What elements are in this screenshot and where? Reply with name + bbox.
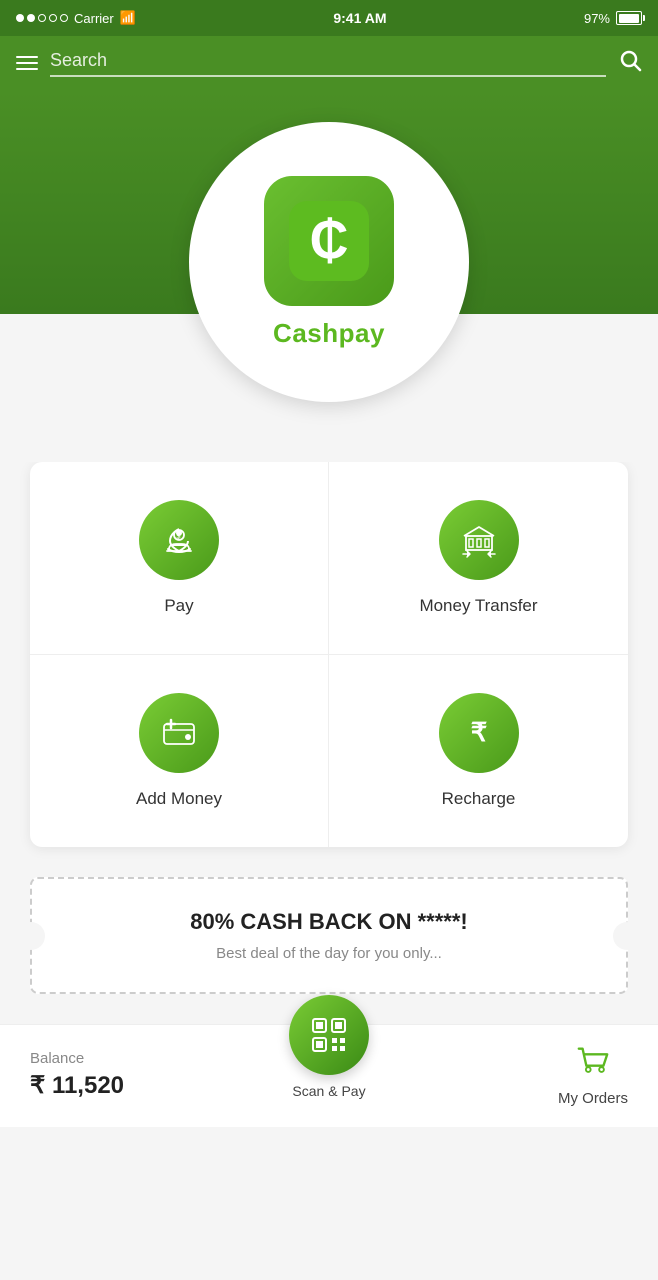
pay-icon-circle: $ (139, 500, 219, 580)
hamburger-menu-icon[interactable] (16, 56, 38, 70)
bottom-bar: Balance ₹ 11,520 Scan & Pay (0, 1024, 658, 1127)
orders-icon (575, 1043, 611, 1084)
carrier-label: Carrier (74, 11, 114, 26)
recharge-label: Recharge (442, 789, 516, 809)
money-transfer-icon-circle (439, 500, 519, 580)
app-logo-icon: ₵ (264, 176, 394, 306)
money-transfer-action[interactable]: Money Transfer (329, 462, 628, 655)
scan-pay-label: Scan & Pay (292, 1083, 365, 1099)
status-right: 97% (584, 11, 642, 26)
svg-text:$: $ (177, 534, 181, 541)
promo-banner[interactable]: 80% CASH BACK ON *****! Best deal of the… (30, 877, 628, 994)
svg-text:₵: ₵ (310, 210, 349, 270)
recharge-action[interactable]: ₹ Recharge (329, 655, 628, 847)
search-input[interactable] (50, 50, 606, 71)
app-name-label: Cashpay (273, 318, 385, 349)
promo-subtitle: Best deal of the day for you only... (52, 945, 606, 962)
scan-icon-circle (289, 995, 369, 1075)
promo-section: 80% CASH BACK ON *****! Best deal of the… (0, 867, 658, 1014)
search-icon[interactable] (618, 48, 642, 78)
wifi-icon: 📶 (120, 10, 136, 26)
status-left: Carrier 📶 (16, 10, 136, 26)
logo-circle: ₵ Cashpay (189, 122, 469, 402)
balance-amount: ₹ 11,520 (30, 1071, 124, 1100)
balance-section: Balance ₹ 11,520 (30, 1050, 124, 1100)
search-input-wrapper[interactable] (50, 50, 606, 77)
battery-percent: 97% (584, 11, 610, 26)
status-bar: Carrier 📶 9:41 AM 97% (0, 0, 658, 36)
scan-pay-button[interactable]: Scan & Pay (289, 995, 369, 1099)
my-orders-button[interactable]: My Orders (558, 1043, 628, 1107)
pay-label: Pay (164, 596, 193, 616)
add-money-label: Add Money (136, 789, 222, 809)
search-bar (0, 36, 658, 92)
promo-title: 80% CASH BACK ON *****! (52, 909, 606, 935)
orders-label: My Orders (558, 1090, 628, 1107)
action-grid-section: $ Pay (0, 462, 658, 867)
balance-label: Balance (30, 1050, 124, 1067)
action-grid: $ Pay (30, 462, 628, 847)
add-money-action[interactable]: Add Money (30, 655, 329, 847)
hero-section: ₵ Cashpay (0, 92, 658, 462)
svg-text:₹: ₹ (470, 717, 487, 747)
pay-action[interactable]: $ Pay (30, 462, 329, 655)
recharge-icon-circle: ₹ (439, 693, 519, 773)
signal-icon (16, 14, 68, 22)
battery-icon (616, 11, 642, 25)
money-transfer-label: Money Transfer (419, 596, 537, 616)
time-label: 9:41 AM (333, 10, 386, 26)
add-money-icon-circle (139, 693, 219, 773)
